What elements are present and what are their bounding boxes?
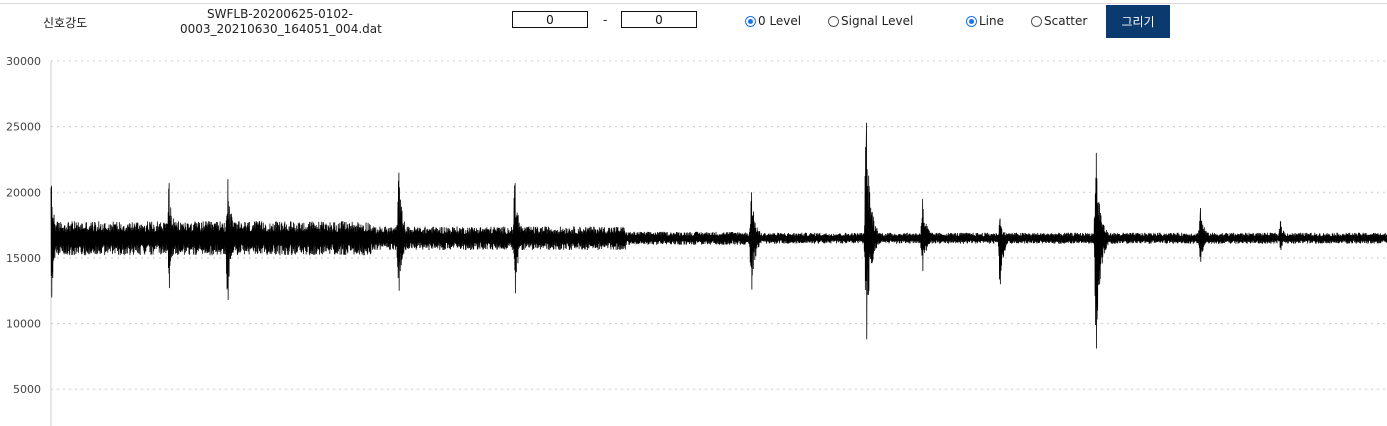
signal-series-line (50, 122, 1387, 349)
signal-level-radio-label: Signal Level (841, 14, 914, 28)
zero-level-radio-label: 0 Level (758, 14, 802, 28)
scatter-type-radio[interactable]: Scatter (1031, 14, 1087, 28)
signal-chart: 5000 10000 15000 20000 25000 30000 (6, 55, 1387, 426)
zero-level-radio[interactable]: 0 Level (745, 14, 801, 28)
grid-layer (51, 60, 1387, 390)
y-tick-label-15000: 15000 (6, 252, 41, 265)
zero-level-radio-circle[interactable] (745, 15, 756, 27)
file-name: SWFLB-20200625-0102- 0003_20210630_16405… (180, 7, 382, 37)
file-name-line-1: SWFLB-20200625-0102- (207, 7, 353, 21)
scatter-type-radio-label: Scatter (1044, 14, 1088, 28)
line-type-radio[interactable]: Line (966, 14, 1004, 28)
file-name-line-2: 0003_20210630_164051_004.dat (180, 22, 382, 36)
series-layer (50, 122, 1387, 349)
y-tick-label-20000: 20000 (6, 186, 41, 199)
range-start-input[interactable] (512, 11, 588, 28)
signal-level-radio[interactable]: Signal Level (828, 14, 913, 28)
axis-layer: 5000 10000 15000 20000 25000 30000 (6, 55, 52, 426)
range-end-input[interactable] (621, 11, 697, 28)
y-tick-label-25000: 25000 (6, 121, 41, 134)
scatter-type-radio-circle[interactable] (1031, 15, 1042, 27)
y-tick-label-10000: 10000 (6, 318, 41, 331)
draw-button[interactable]: 그리기 (1106, 5, 1170, 38)
y-tick-label-5000: 5000 (13, 383, 41, 396)
range-separator: - (603, 13, 608, 27)
line-type-radio-circle[interactable] (966, 15, 977, 27)
toolbar: 신호강도 SWFLB-20200625-0102- 0003_20210630_… (0, 0, 1387, 42)
line-type-radio-label: Line (979, 14, 1005, 28)
signal-level-radio-circle[interactable] (828, 15, 839, 27)
chart-title-label: 신호강도 (43, 16, 88, 30)
y-tick-label-30000: 30000 (6, 55, 41, 68)
